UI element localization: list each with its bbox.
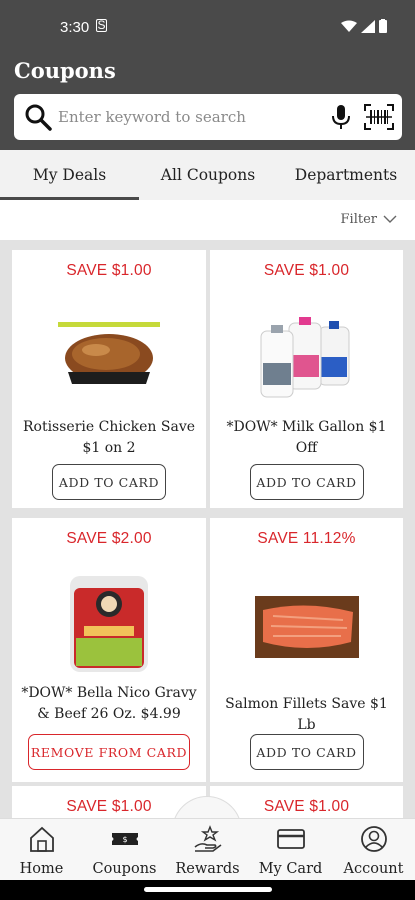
coupon-title: Rotisserie Chicken Save $1 on 2 [22,419,196,456]
barcode-scan-icon[interactable] [364,104,394,130]
gravy-beef-tub-image [70,576,148,672]
gesture-area [0,880,415,900]
nav-my-card[interactable]: My Card [249,819,332,881]
milk-gallons-image [260,317,349,398]
coupon-savings: SAVE $1.00 [263,798,350,815]
filter-row: Filter [0,200,415,240]
home-icon [29,826,54,852]
coupon-card[interactable]: SAVE $1.00 *DOW* Milk Gallon $1 Off ADD … [210,250,403,508]
rewards-icon [193,825,221,852]
coupon-savings: SAVE $1.00 [263,262,350,279]
wifi-icon [341,20,357,32]
add-to-card-button[interactable]: ADD TO CARD [52,464,166,500]
coupon-icon: $ [111,833,138,845]
coupon-savings: SAVE $1.00 [66,262,152,279]
nav-home[interactable]: Home [0,819,83,881]
chevron-down-icon [383,215,397,223]
account-icon [360,826,387,852]
filter-label: Filter [340,212,377,227]
add-to-card-button[interactable]: ADD TO CARD [249,734,364,770]
coupon-grid: SAVE $1.00 Rotisserie Chicken Save $1 on… [0,240,415,818]
home-indicator[interactable] [144,887,272,892]
coupon-card[interactable]: SAVE $1.00 [210,786,403,818]
rotisserie-chicken-image [58,322,160,384]
nav-label: Account [343,861,404,877]
coupon-card[interactable]: SAVE $1.00 Rotisserie Chicken Save $1 on… [12,250,206,508]
deal-tabs: My Deals All Coupons Departments [0,150,415,200]
coupon-savings: SAVE $2.00 [66,530,152,547]
filter-button[interactable]: Filter [341,212,397,227]
nav-coupons[interactable]: $ Coupons [83,819,166,881]
search-input[interactable] [58,94,318,140]
coupon-card[interactable]: SAVE $2.00 *DOW* Bella Nico Gravy & Beef… [12,518,206,782]
status-time: 3:30 [60,19,90,36]
coupon-title: *DOW* Bella Nico Gravy & Beef 26 Oz. $4.… [21,685,197,722]
add-to-card-button[interactable]: ADD TO CARD [249,464,364,500]
nav-account[interactable]: Account [332,819,415,881]
coupon-savings: SAVE 11.12% [257,530,356,547]
battery-icon [379,19,387,33]
signal-icon [361,19,375,33]
nav-rewards[interactable]: Rewards [166,819,249,881]
coupon-title: Salmon Fillets Save $1 Lb [225,696,388,733]
bottom-navigation: Home $ Coupons Rewards My Card Account [0,818,415,880]
coupon-card[interactable]: SAVE 11.12% Salmon Fillets Save $1 Lb AD… [210,518,403,782]
remove-from-card-button[interactable]: REMOVE FROM CARD [28,734,190,770]
nav-label: Rewards [175,861,240,877]
status-bar: 3:30 S [0,0,415,56]
svg-text:$: $ [122,835,127,844]
search-bar[interactable] [14,94,402,140]
sim-icon: S [96,18,107,32]
search-icon[interactable] [24,103,52,131]
tab-my-deals[interactable]: My Deals [0,150,139,200]
card-icon [276,829,305,849]
coupon-title: *DOW* Milk Gallon $1 Off [226,419,387,456]
status-icons [341,19,387,33]
nav-label: Coupons [92,861,157,877]
nav-label: Home [19,861,64,877]
salmon-fillet-image [254,596,359,658]
app-header: 3:30 S Coupons [0,0,415,150]
tab-departments[interactable]: Departments [277,150,415,200]
page-title: Coupons [14,58,116,83]
nav-label: My Card [258,861,323,877]
tab-all-coupons[interactable]: All Coupons [139,150,277,200]
microphone-icon[interactable] [330,104,352,130]
